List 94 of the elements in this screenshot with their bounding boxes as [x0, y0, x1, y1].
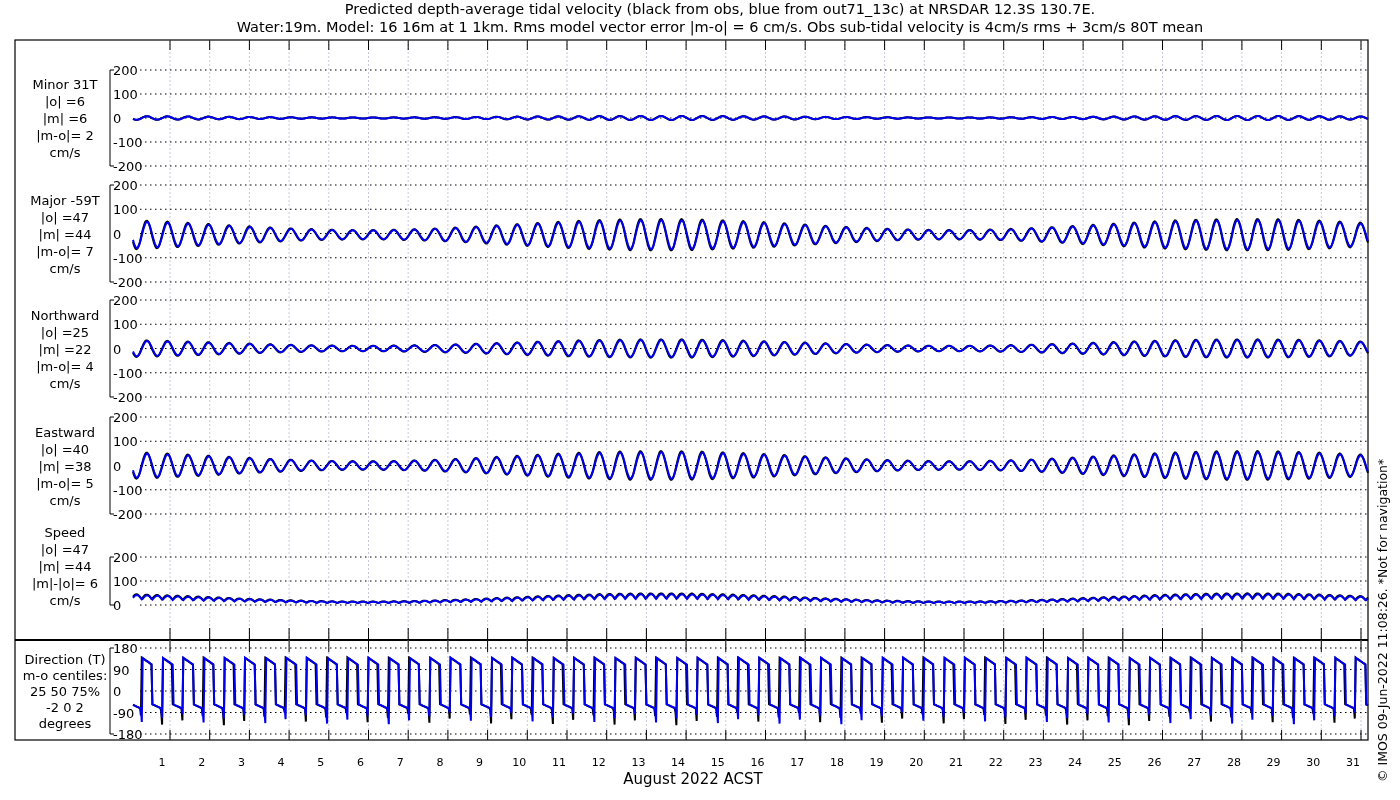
day-label: 7: [396, 756, 404, 769]
chart-title: Water:19m. Model: 16 16m at 1 1km. Rms model vector error |m-o| = 6 cm/s. Obs sub-tidal velocity is 4cm/s rms + 3cm/s 80T mean: [236, 19, 1204, 35]
tick-label: 200: [113, 63, 138, 78]
panel-label: Northward: [30, 307, 100, 323]
day-label: 22: [988, 756, 1003, 769]
day-label: 18: [829, 756, 844, 769]
day-label: 23: [1028, 756, 1043, 769]
day-label: 21: [949, 756, 963, 769]
tick-label: 0: [113, 598, 122, 613]
panel-label: |m|-|o|= 6: [31, 576, 99, 591]
day-label: 4: [277, 756, 285, 769]
day-label: 29: [1266, 756, 1281, 769]
y-axis-line: [109, 556, 115, 606]
panel-label: Major -59T: [30, 192, 100, 208]
day-label: 31: [1346, 756, 1360, 769]
panel-label: |m| =44: [38, 226, 92, 242]
panel-label: |o| =25: [40, 324, 90, 340]
day-label: 6: [357, 756, 364, 769]
tick-label: -180: [113, 727, 143, 742]
panel-label: Minor 31T: [32, 77, 98, 92]
tick-label: 200: [113, 550, 138, 565]
day-label: 12: [591, 756, 606, 769]
day-label: 13: [631, 756, 646, 769]
tick-label: 200: [113, 410, 138, 425]
panel-label: degrees: [38, 716, 92, 731]
panel-label: cm/s: [49, 492, 81, 508]
tick-label: 0: [113, 458, 122, 474]
x-axis-label: August 2022 ACST: [623, 770, 763, 788]
day-label: 14: [671, 756, 686, 769]
tick-label: -200: [113, 275, 143, 290]
day-label: 2: [198, 756, 206, 769]
panel-label: m-o centiles:: [22, 668, 108, 683]
day-label: 24: [1068, 756, 1083, 769]
panel-label: |m-o|= 4: [36, 358, 94, 374]
tick-label: 100: [113, 202, 138, 218]
tick-label: 0: [113, 684, 122, 699]
tick-label: -90: [113, 705, 135, 721]
panel-label: -2 0 2: [46, 700, 84, 715]
day-label: 10: [512, 756, 527, 769]
tick-label: 0: [113, 341, 122, 357]
panel-label: |m| =6: [42, 111, 88, 126]
tick-label: 90: [113, 662, 130, 678]
panel-label: |o| =47: [40, 542, 90, 557]
panel-label: |m| =38: [38, 458, 92, 474]
panel-label: 25 50 75%: [29, 684, 101, 699]
day-label: 5: [317, 756, 325, 769]
panel-label: |m-o|= 7: [36, 243, 94, 259]
day-label: 20: [909, 756, 924, 769]
tick-label: 100: [113, 317, 138, 333]
panel-label: cm/s: [49, 375, 81, 391]
day-label: 25: [1107, 756, 1122, 769]
panel-label: |o| =47: [40, 209, 90, 225]
panel-label: |o| =40: [40, 441, 90, 457]
tick-label: 100: [113, 434, 138, 450]
day-label: 26: [1147, 756, 1162, 769]
day-label: 16: [750, 756, 765, 769]
day-label: 28: [1226, 756, 1241, 769]
panel-label: cm/s: [49, 260, 81, 276]
tick-label: -200: [113, 390, 143, 405]
day-label: 9: [476, 756, 484, 769]
day-label: 15: [710, 756, 725, 769]
panel-label: Eastward: [35, 424, 95, 440]
day-label: 11: [552, 756, 566, 769]
panel-label: |m| =22: [38, 341, 92, 357]
panel-label: |m| =44: [38, 559, 92, 574]
tick-label: 200: [113, 293, 138, 308]
day-label: 17: [790, 756, 805, 769]
panel-label: Direction (T): [24, 652, 106, 667]
panel-label: |o| =6: [45, 94, 85, 109]
day-label: 3: [237, 756, 245, 769]
chart-title: Predicted depth-average tidal velocity (black from obs, blue from out71_13c) at NRSDAR 12.3S 130.7E.: [344, 1, 1096, 17]
copyright-note: © IMOS 09-Jun-2022 11:08:26. *Not for navigation*: [1375, 458, 1390, 782]
day-label: 27: [1187, 756, 1202, 769]
tick-label: -100: [113, 365, 143, 381]
day-label: 19: [869, 756, 884, 769]
panel-label: cm/s: [49, 593, 81, 608]
day-label: 8: [436, 756, 444, 769]
tick-label: -200: [113, 507, 143, 522]
tick-label: 200: [113, 178, 138, 193]
panel-label: cm/s: [49, 145, 81, 160]
tick-label: -200: [113, 159, 143, 174]
tick-label: -100: [113, 135, 143, 150]
tick-label: 100: [113, 87, 138, 102]
tick-label: -100: [113, 482, 143, 498]
panel-label: |m-o|= 5: [36, 475, 94, 491]
tick-label: 0: [113, 226, 122, 242]
tick-label: 180: [113, 641, 138, 656]
day-label: 30: [1306, 756, 1321, 769]
panel-label: Speed: [44, 525, 86, 540]
tick-label: 100: [113, 574, 138, 589]
tick-label: -100: [113, 250, 143, 266]
day-label: 1: [158, 756, 166, 769]
panel-label: |m-o|= 2: [36, 128, 94, 143]
tick-label: 0: [113, 111, 122, 126]
